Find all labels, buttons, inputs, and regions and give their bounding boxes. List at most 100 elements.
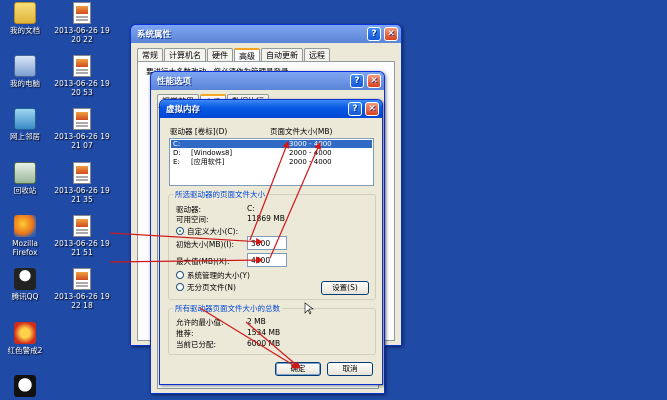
cancel-button[interactable]: 取消 <box>327 362 373 376</box>
recommended-label: 推荐: <box>176 329 194 338</box>
close-button[interactable]: ✕ <box>367 74 381 88</box>
desktop-icon-image-1[interactable]: 2013-06-26 19 20 22 <box>52 2 112 44</box>
desktop-icon-my-computer[interactable]: 我的电脑 <box>0 55 50 88</box>
ok-button[interactable]: 确定 <box>275 362 321 376</box>
image-time: 21 07 <box>71 141 93 150</box>
group-title: 所选驱动器的页面文件大小 <box>173 189 267 200</box>
drive-column-header: 驱动器 [卷标](D) <box>170 127 228 136</box>
image-date: 2013-06-26 19 <box>54 186 110 195</box>
group-title: 所有驱动器页面文件大小的总数 <box>173 303 282 314</box>
image-file-icon <box>73 162 91 184</box>
desktop-icon-label: 腾讯QQ <box>11 292 39 301</box>
drive-volume: [Windows8] <box>191 149 233 157</box>
max-size-input[interactable]: 4000 <box>247 253 287 267</box>
system-properties-titlebar[interactable]: 系统属性 ? ✕ <box>131 25 401 43</box>
qq-icon <box>14 268 36 290</box>
image-date: 2013-06-26 19 <box>54 79 110 88</box>
desktop-icon-image-3[interactable]: 2013-06-26 19 21 07 <box>52 108 112 150</box>
drive-row[interactable]: C: 3000 - 4000 <box>171 140 372 148</box>
system-managed-label: 系统管理的大小(Y) <box>187 271 250 280</box>
desktop-icon-panda[interactable] <box>0 375 50 399</box>
desktop-icon-qq[interactable]: 腾讯QQ <box>0 268 50 301</box>
image-file-icon <box>73 215 91 237</box>
custom-size-radio[interactable] <box>176 227 184 235</box>
window-title: 性能选项 <box>157 77 192 87</box>
computer-icon <box>14 55 36 77</box>
currently-allocated-label: 当前已分配: <box>176 340 217 349</box>
set-button[interactable]: 设置(S) <box>321 281 369 295</box>
desktop-icon-firefox[interactable]: Mozilla Firefox <box>0 215 50 257</box>
image-date: 2013-06-26 19 <box>54 132 110 141</box>
close-button[interactable]: ✕ <box>384 27 398 41</box>
free-space-value: 11869 MB <box>247 214 285 223</box>
free-space-label: 可用空间: <box>176 215 209 224</box>
desktop-icon-label: 我的电脑 <box>10 79 40 88</box>
close-button[interactable]: ✕ <box>365 102 379 116</box>
desktop-icon-my-documents[interactable]: 我的文档 <box>0 2 50 35</box>
system-managed-radio[interactable] <box>176 271 184 279</box>
recommended-value: 1534 MB <box>247 328 281 337</box>
drive-value: C: <box>247 204 255 213</box>
desktop-icon-image-4[interactable]: 2013-06-26 19 21 35 <box>52 162 112 204</box>
panda-icon <box>14 375 36 397</box>
image-time: 22 18 <box>71 301 93 310</box>
red-alert-icon <box>14 322 36 344</box>
desktop-icon-image-6[interactable]: 2013-06-26 19 22 18 <box>52 268 112 310</box>
drive-volume: [应用软件] <box>191 158 225 166</box>
image-date: 2013-06-26 19 <box>54 26 110 35</box>
image-date: 2013-06-26 19 <box>54 239 110 248</box>
desktop-icon-red-alert[interactable]: 红色警戒2 <box>0 322 50 355</box>
currently-allocated-value: 6000 MB <box>247 339 281 348</box>
image-time: 21 35 <box>71 195 93 204</box>
firefox-icon <box>14 215 36 237</box>
initial-size-input[interactable]: 3000 <box>247 236 287 250</box>
no-paging-file-radio[interactable] <box>176 283 184 291</box>
no-paging-file-label: 无分页文件(N) <box>187 283 236 292</box>
drive-letter: E: <box>173 158 180 166</box>
performance-options-titlebar[interactable]: 性能选项 ? ✕ <box>151 72 384 90</box>
total-paging-group: 所有驱动器页面文件大小的总数 允许的最小值: 2 MB 推荐: 1534 MB … <box>168 303 376 355</box>
min-allowed-value: 2 MB <box>247 317 266 326</box>
image-time: 21 51 <box>71 248 93 257</box>
min-allowed-label: 允许的最小值: <box>176 318 224 327</box>
image-file-icon <box>73 55 91 77</box>
drive-letter: D: <box>173 149 181 157</box>
image-date: 2013-06-26 19 <box>54 292 110 301</box>
selected-drive-group: 所选驱动器的页面文件大小 驱动器: C: 可用空间: 11869 MB 自定义大… <box>168 189 376 300</box>
window-title: 虚拟内存 <box>166 105 201 115</box>
folder-icon <box>14 2 36 24</box>
desktop-icon-label: 回收站 <box>13 186 37 195</box>
image-file-icon <box>73 2 91 24</box>
desktop-icon-label: 红色警戒2 <box>7 346 43 355</box>
desktop-icon-label: Mozilla Firefox <box>12 239 38 257</box>
network-icon <box>14 108 36 130</box>
drive-size: 3000 - 4000 <box>289 140 332 148</box>
recycle-bin-icon <box>14 162 36 184</box>
drive-size: 2000 - 4000 <box>289 158 332 166</box>
drive-row[interactable]: D: [Windows8] 2000 - 4000 <box>171 149 372 157</box>
size-column-header: 页面文件大小(MB) <box>270 127 333 136</box>
desktop-icon-label: 我的文档 <box>10 26 40 35</box>
desktop-icon-label: 网上邻居 <box>10 132 40 141</box>
drive-row[interactable]: E: [应用软件] 2000 - 4000 <box>171 158 372 166</box>
virtual-memory-titlebar[interactable]: 虚拟内存 ? ✕ <box>160 100 382 118</box>
help-button[interactable]: ? <box>367 27 381 41</box>
initial-size-label: 初始大小(MB)(I): <box>176 240 235 249</box>
image-file-icon <box>73 268 91 290</box>
drive-size: 2000 - 4000 <box>289 149 332 157</box>
max-size-label: 最大值(MB)(X): <box>176 257 230 266</box>
desktop-icon-recycle-bin[interactable]: 回收站 <box>0 162 50 195</box>
desktop-icon-image-5[interactable]: 2013-06-26 19 21 51 <box>52 215 112 257</box>
drive-letter: C: <box>173 140 181 148</box>
help-button[interactable]: ? <box>348 102 362 116</box>
virtual-memory-dialog: 虚拟内存 ? ✕ 驱动器 [卷标](D) 页面文件大小(MB) C: 3000 … <box>159 99 383 385</box>
help-button[interactable]: ? <box>350 74 364 88</box>
image-file-icon <box>73 108 91 130</box>
custom-size-label: 自定义大小(C): <box>187 227 239 236</box>
desktop-icon-image-2[interactable]: 2013-06-26 19 20 53 <box>52 55 112 97</box>
image-time: 20 22 <box>71 35 93 44</box>
drive-list[interactable]: C: 3000 - 4000 D: [Windows8] 2000 - 4000… <box>169 138 374 186</box>
desktop-icon-network[interactable]: 网上邻居 <box>0 108 50 141</box>
window-title: 系统属性 <box>137 30 172 40</box>
image-time: 20 53 <box>71 88 93 97</box>
